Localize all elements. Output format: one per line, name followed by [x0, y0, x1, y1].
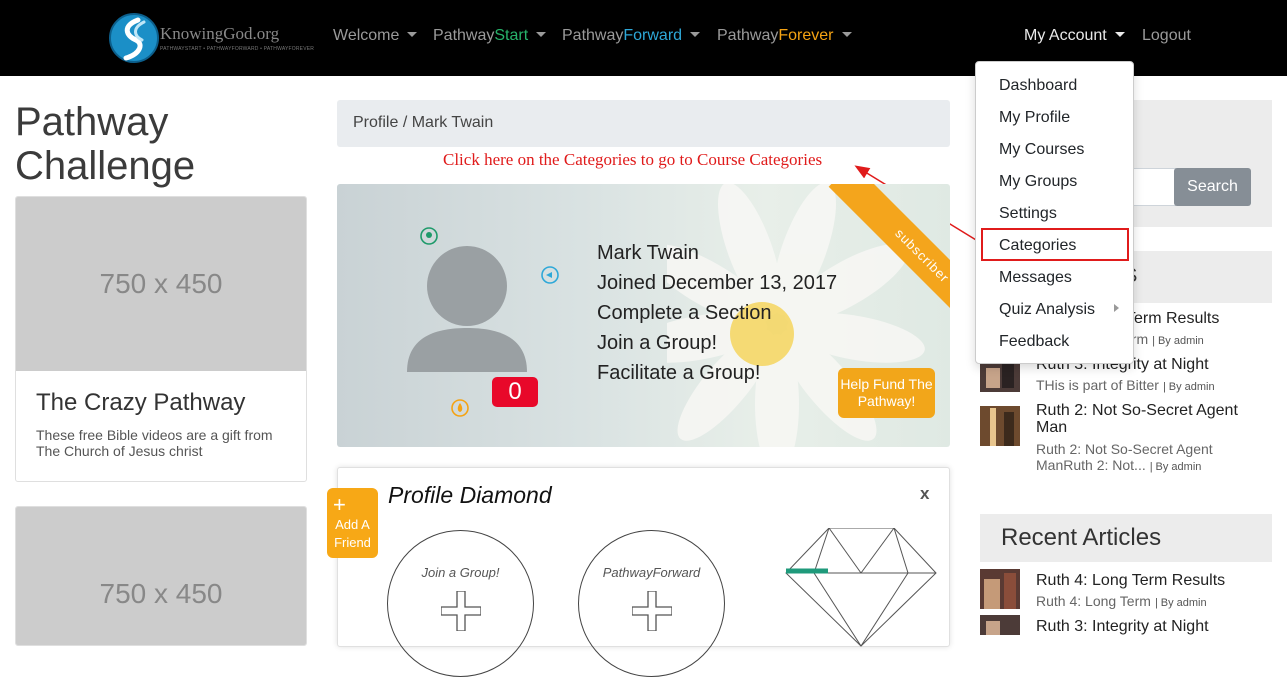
page-title-line1: Pathway: [15, 100, 169, 144]
profile-name: Mark Twain: [597, 242, 699, 264]
nav-logout-label: Logout: [1142, 27, 1191, 44]
course-card[interactable]: 750 x 450: [15, 506, 307, 646]
recent-articles-title: Recent Articles: [1001, 524, 1162, 551]
task-join-group[interactable]: Join a Group!: [597, 328, 837, 358]
list-item[interactable]: Ruth 2: Not So-Secret Agent Man Ruth 2: …: [980, 402, 1272, 475]
profile-info: Mark Twain Joined December 13, 2017 Comp…: [597, 238, 837, 388]
logo-text: KnowingGod.org: [160, 24, 280, 43]
diamond-icon: [785, 528, 937, 647]
menu-item-quiz-analysis[interactable]: Quiz Analysis: [999, 301, 1095, 319]
course-card-title[interactable]: The Crazy Pathway: [36, 389, 286, 417]
account-dropdown-menu: Dashboard My Profile My Courses My Group…: [975, 61, 1134, 364]
caret-down-icon: [1114, 32, 1125, 37]
add-icon: [441, 591, 481, 631]
placeholder-image: 750 x 450: [16, 507, 306, 645]
nav-forever-label: Forever: [778, 27, 834, 44]
plus-icon: +: [333, 492, 346, 517]
menu-item-feedback[interactable]: Feedback: [999, 333, 1069, 351]
post-thumbnail: [980, 569, 1020, 609]
nav-welcome-label: Welcome: [333, 27, 400, 44]
post-thumbnail: [980, 406, 1020, 446]
nav-start-label: Start: [494, 27, 529, 44]
circle-label: Join a Group!: [421, 565, 500, 580]
submenu-arrow-icon: [1114, 304, 1119, 312]
menu-item-my-courses[interactable]: My Courses: [999, 141, 1084, 159]
nav-forward-label: Forward: [623, 27, 683, 44]
add-friend-button[interactable]: + Add A Friend: [327, 488, 378, 558]
post-meta: Ruth 2: Not So-Secret Agent ManRuth 2: N…: [1036, 441, 1226, 475]
pin-icon: [420, 227, 438, 245]
menu-item-my-groups[interactable]: My Groups: [999, 173, 1077, 191]
nav-logout[interactable]: Logout: [1142, 27, 1191, 45]
search-button[interactable]: Search: [1174, 168, 1251, 206]
menu-item-settings[interactable]: Settings: [999, 205, 1057, 223]
nav-pathway-forever[interactable]: PathwayForever: [717, 27, 852, 45]
nav-my-account-label: My Account: [1024, 27, 1107, 44]
post-author: | By admin: [1149, 461, 1202, 473]
nav-pathway-forward[interactable]: PathwayForward: [562, 27, 701, 45]
nav-pathway-start[interactable]: PathwayStart: [433, 27, 547, 45]
placeholder-image: 750 x 450: [16, 197, 306, 371]
breadcrumb: Profile / Mark Twain: [337, 100, 950, 147]
add-icon: [632, 591, 672, 631]
course-card-text: These free Bible videos are a gift from …: [36, 427, 273, 459]
caret-down-icon: [690, 32, 701, 37]
page-title: Pathway Challenge: [15, 100, 195, 188]
caret-down-icon: [536, 32, 547, 37]
menu-item-dashboard[interactable]: Dashboard: [999, 77, 1077, 95]
categories-highlight-box: [981, 228, 1129, 261]
course-card[interactable]: 750 x 450 The Crazy Pathway These free B…: [15, 196, 307, 482]
circle-label: PathwayForward: [602, 565, 701, 580]
tutorial-annotation: Click here on the Categories to go to Co…: [443, 150, 823, 169]
post-title[interactable]: Ruth 3: Integrity at Night: [1036, 618, 1266, 635]
nav-welcome[interactable]: Welcome: [333, 27, 418, 45]
breadcrumb-separator: /: [402, 114, 408, 131]
profile-diamond-title: Profile Diamond: [388, 482, 552, 508]
post-thumbnail: [980, 615, 1020, 635]
post-thumbnail: [980, 360, 1020, 392]
pathway-forward-circle[interactable]: PathwayForward: [578, 530, 725, 677]
points-badge: 0: [492, 377, 538, 407]
site-logo[interactable]: KnowingGod.org PATHWAYSTART • PATHWAYFOR…: [108, 12, 314, 64]
caret-down-icon: [407, 32, 418, 37]
post-meta: erm | By admin: [1124, 331, 1274, 349]
nav-my-account[interactable]: My Account: [1024, 27, 1125, 45]
task-facilitate-group[interactable]: Facilitate a Group!: [597, 358, 837, 388]
list-item[interactable]: Ruth 4: Long Term Results Ruth 4: Long T…: [980, 569, 1272, 616]
breadcrumb-profile-link[interactable]: Profile: [353, 114, 398, 131]
post-excerpt: THis is part of Bitter: [1036, 377, 1159, 393]
task-complete-section[interactable]: Complete a Section: [597, 298, 837, 328]
post-title[interactable]: Term Results: [1126, 310, 1287, 327]
list-item[interactable]: Ruth 3: Integrity at Night: [980, 615, 1272, 635]
forward-icon: [541, 266, 559, 284]
menu-item-my-profile[interactable]: My Profile: [999, 109, 1070, 127]
avatar-icon[interactable]: [397, 244, 537, 374]
close-button[interactable]: x: [920, 484, 929, 504]
post-title[interactable]: Ruth 2: Not So-Secret Agent Man: [1036, 402, 1266, 436]
post-author: | By admin: [1162, 381, 1215, 393]
nav-pathway-label: Pathway: [717, 27, 779, 44]
post-meta: THis is part of Bitter | By admin: [1036, 377, 1266, 395]
profile-hero: subscriber 0 Mark Twain Joined December …: [337, 184, 950, 447]
post-meta: Ruth 4: Long Term | By admin: [1036, 593, 1266, 611]
post-title[interactable]: Ruth 4: Long Term Results: [1036, 572, 1266, 589]
join-group-circle[interactable]: Join a Group!: [387, 530, 534, 677]
nav-pathway-label: Pathway: [562, 27, 624, 44]
breadcrumb-current: Mark Twain: [411, 114, 494, 131]
caret-down-icon: [841, 32, 852, 37]
nav-pathway-label: Pathway: [433, 27, 495, 44]
post-excerpt: Ruth 4: Long Term: [1036, 593, 1151, 609]
add-friend-label: Add A Friend: [334, 517, 371, 550]
logo-subtitle: PATHWAYSTART • PATHWAYFORWARD • PATHWAYF…: [160, 46, 315, 52]
post-author: | By admin: [1154, 597, 1207, 609]
flame-icon: [451, 399, 469, 417]
post-author: | By admin: [1152, 335, 1204, 347]
help-fund-button[interactable]: Help Fund The Pathway!: [838, 368, 935, 418]
page-title-line2: Challenge: [15, 144, 196, 188]
profile-joined: Joined December 13, 2017: [597, 272, 838, 294]
menu-item-messages[interactable]: Messages: [999, 269, 1072, 287]
logo-icon: [109, 13, 159, 63]
